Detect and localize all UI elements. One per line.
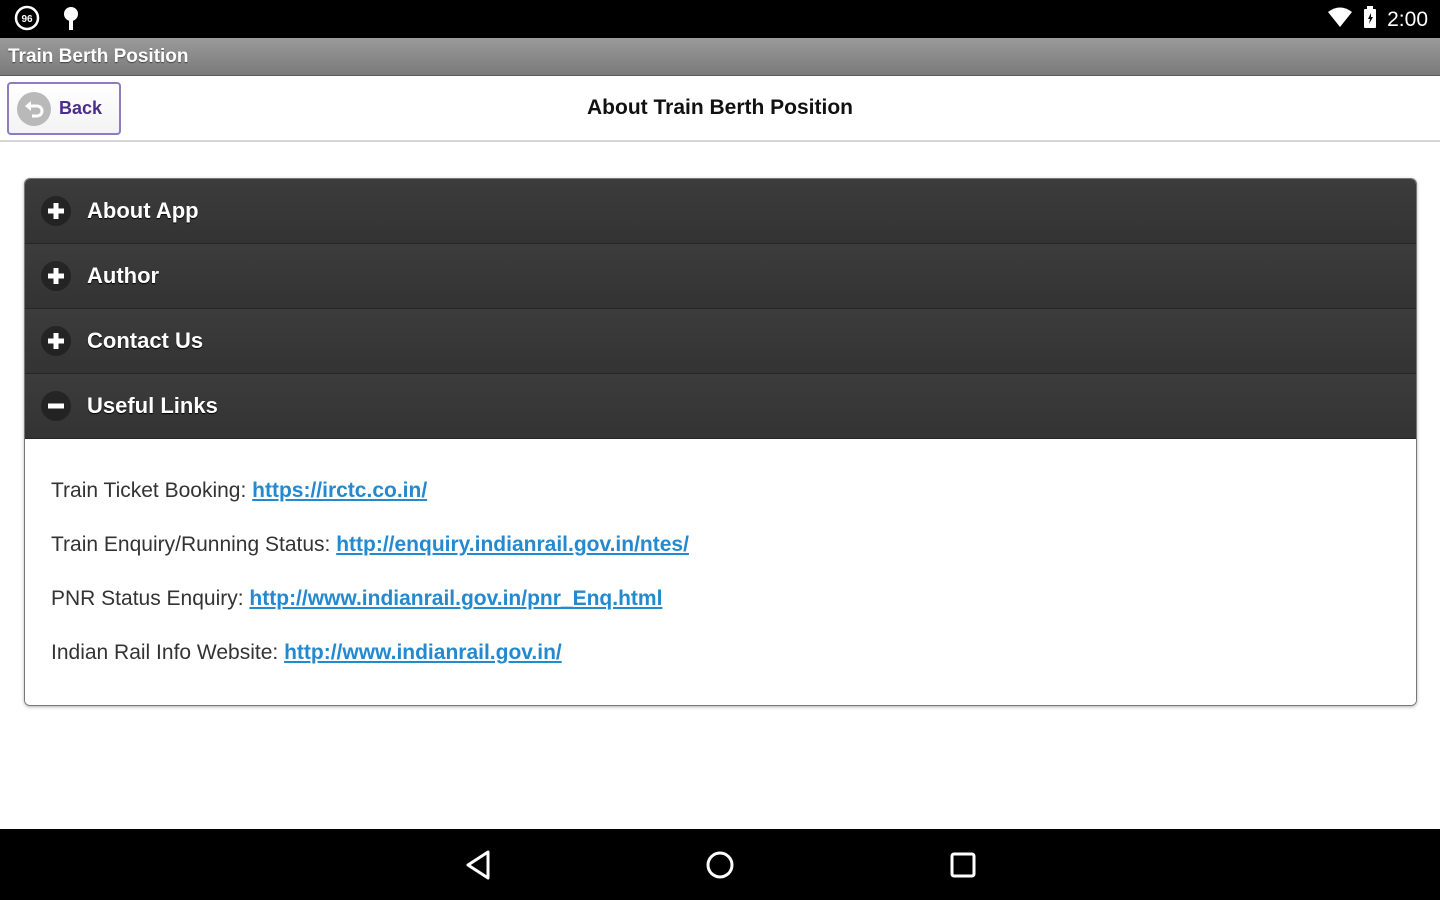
nav-bar <box>0 829 1440 900</box>
app-bar: Train Berth Position <box>0 38 1440 76</box>
link-row-ticket-booking: Train Ticket Booking: https://irctc.co.i… <box>51 477 1390 531</box>
plus-icon <box>41 196 71 226</box>
indianrail-link[interactable]: http://www.indianrail.gov.in/ <box>284 641 562 664</box>
collapsible-label: About App <box>87 198 199 223</box>
collapsible-author[interactable]: Author <box>25 244 1416 309</box>
page-title: About Train Berth Position <box>587 96 853 119</box>
status-bar: 96 2:00 <box>0 0 1440 38</box>
collapsible-label: Useful Links <box>87 393 218 418</box>
sync-badge-icon: 96 <box>14 5 40 36</box>
irctc-link[interactable]: https://irctc.co.in/ <box>252 479 427 502</box>
link-label: PNR Status Enquiry: <box>51 587 250 610</box>
svg-text:96: 96 <box>21 14 33 25</box>
plus-icon <box>41 261 71 291</box>
minus-icon <box>41 391 71 421</box>
back-nav-icon[interactable] <box>460 847 496 883</box>
collapsible-label: Contact Us <box>87 328 204 353</box>
battery-icon <box>1363 6 1377 34</box>
usb-debug-icon <box>62 5 80 36</box>
collapsible-useful-links[interactable]: Useful Links <box>25 374 1416 439</box>
wifi-icon <box>1327 6 1353 34</box>
link-row-train-enquiry: Train Enquiry/Running Status: http://enq… <box>51 531 1390 585</box>
home-nav-icon[interactable] <box>702 847 738 883</box>
collapsible-about-app[interactable]: About App <box>25 179 1416 244</box>
status-time: 2:00 <box>1387 8 1428 31</box>
collapsible-label: Author <box>87 263 160 288</box>
recents-nav-icon[interactable] <box>945 847 981 883</box>
page-header: Back About Train Berth Position <box>0 76 1440 142</box>
useful-links-content: Train Ticket Booking: https://irctc.co.i… <box>25 439 1416 705</box>
enquiry-link[interactable]: http://enquiry.indianrail.gov.in/ntes/ <box>336 533 689 556</box>
link-row-pnr-status: PNR Status Enquiry: http://www.indianrai… <box>51 585 1390 639</box>
link-label: Indian Rail Info Website: <box>51 641 285 664</box>
plus-icon <box>41 326 71 356</box>
link-label: Train Enquiry/Running Status: <box>51 533 337 556</box>
collapsible-contact-us[interactable]: Contact Us <box>25 309 1416 374</box>
link-label: Train Ticket Booking: <box>51 479 253 502</box>
pnr-link[interactable]: http://www.indianrail.gov.in/pnr_Enq.htm… <box>249 587 662 610</box>
app-title: Train Berth Position <box>8 46 189 67</box>
link-row-indian-rail-info: Indian Rail Info Website: http://www.ind… <box>51 639 1390 693</box>
collapsible-set: About App Author Contact Us Useful Links… <box>24 178 1417 706</box>
